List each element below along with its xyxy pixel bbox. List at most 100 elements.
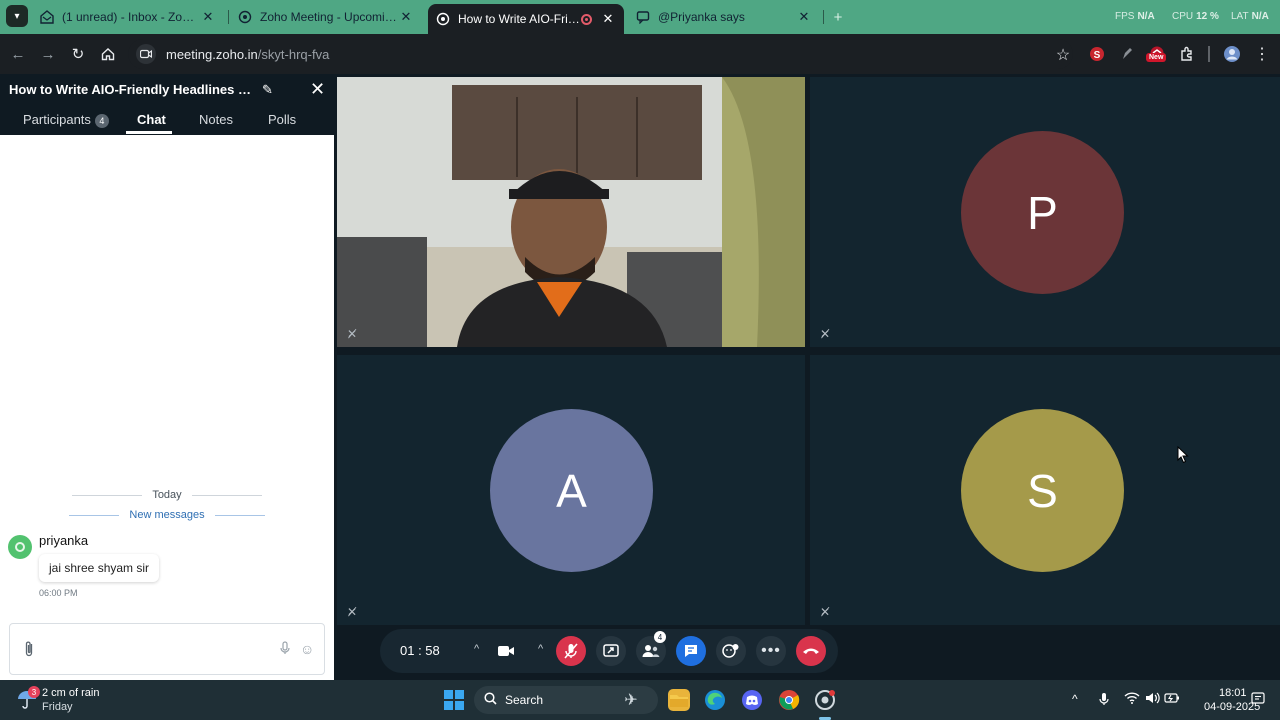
tab-chat[interactable]: Chat (137, 112, 166, 127)
tab-search-button[interactable]: ▾ (6, 5, 28, 27)
extension-s-icon[interactable]: S (1087, 43, 1107, 65)
new-messages-label: New messages (129, 509, 205, 521)
divider-line (214, 514, 265, 516)
bookmark-star-icon[interactable]: ☆ (1053, 45, 1073, 65)
taskbar-time[interactable]: 18:01 (1219, 687, 1247, 699)
file-explorer-icon[interactable] (668, 689, 690, 711)
weather-summary[interactable]: 2 cm of rain (42, 687, 99, 699)
new-messages-divider: New messages (0, 508, 334, 522)
tab-priyanka-says[interactable]: @Priyanka says ✕ (628, 4, 820, 30)
date-divider-label: Today (152, 489, 182, 501)
leave-meeting-button[interactable] (796, 636, 826, 666)
discord-icon[interactable] (741, 689, 763, 711)
message-bubble: jai shree shyam sir (39, 554, 160, 582)
screen-share-button[interactable] (596, 636, 626, 666)
mail-icon (40, 10, 54, 24)
tab-polls[interactable]: Polls (268, 112, 296, 127)
reload-icon[interactable]: ↻ (68, 44, 88, 64)
close-icon[interactable]: ✕ (398, 9, 414, 25)
search-icon (484, 692, 497, 708)
url-field[interactable]: meeting.zoho.in /skyt-hrq-fva ☆ (128, 39, 1073, 69)
microphone-icon[interactable] (1099, 692, 1109, 709)
profile-avatar-icon[interactable] (1222, 43, 1242, 65)
tab-participants[interactable]: Participants 4 (23, 112, 109, 128)
chevron-up-icon[interactable]: ^ (538, 643, 543, 655)
forward-icon[interactable]: → (38, 44, 58, 64)
close-icon[interactable]: ✕ (796, 9, 812, 25)
mic-off-icon: ✕̸ (820, 605, 831, 619)
close-icon[interactable]: ✕ (200, 9, 216, 25)
tab-title: (1 unread) - Inbox - Zoho Mail (62, 10, 200, 24)
chat-compose-box: ☺ (9, 623, 325, 675)
mouse-cursor-icon (1177, 446, 1189, 464)
tab-notes[interactable]: Notes (199, 112, 233, 127)
tab-title: How to Write AIO-Friendly (458, 12, 581, 26)
tab-title: @Priyanka says (658, 10, 745, 24)
chat-message-input[interactable] (50, 634, 270, 664)
participants-count-badge: 4 (654, 631, 666, 643)
video-tile-participant-s[interactable]: S ✕̸ (810, 355, 1280, 625)
more-options-button[interactable]: ••• (756, 636, 786, 666)
browser-menu-icon[interactable]: ⋮ (1252, 43, 1272, 65)
tab-zoho-meeting-upcoming[interactable]: Zoho Meeting - Upcoming Me ✕ (230, 4, 422, 30)
avatar: A (490, 409, 653, 572)
weather-alert-badge: 3 (28, 686, 40, 698)
chrome-profile-app-icon[interactable] (814, 689, 836, 711)
home-icon[interactable] (98, 44, 118, 64)
site-info-icon[interactable] (136, 44, 156, 64)
weather-day[interactable]: Friday (42, 701, 73, 713)
tab-participants-label: Participants (23, 112, 91, 127)
volume-icon[interactable] (1145, 692, 1161, 707)
address-bar: ← → ↻ meeting.zoho.in /skyt-hrq-fva ☆ S … (0, 34, 1280, 74)
notifications-icon[interactable] (1251, 692, 1265, 709)
emoji-icon[interactable]: ☺ (300, 641, 314, 657)
video-grid: ✕̸ P ✕̸ A ✕̸ S ✕̸ (337, 74, 1280, 628)
browser-tab-strip: ▾ (1 unread) - Inbox - Zoho Mail ✕ Zoho … (0, 0, 1280, 34)
extensions-puzzle-icon[interactable] (1177, 43, 1197, 65)
mic-off-icon: ✕̸ (347, 605, 358, 619)
panel-header: How to Write AIO-Friendly Headlines & M.… (0, 74, 334, 135)
toolbar-divider (1208, 46, 1210, 62)
reactions-button[interactable] (716, 636, 746, 666)
windows-start-icon[interactable] (444, 690, 464, 710)
lat-readout: LAT N/A (1231, 11, 1269, 22)
meeting-title: How to Write AIO-Friendly Headlines & M.… (9, 82, 254, 97)
chevron-up-icon[interactable]: ^ (1072, 692, 1078, 706)
camera-toggle-button[interactable] (491, 636, 521, 666)
microphone-icon[interactable] (280, 641, 290, 658)
battery-icon[interactable] (1164, 692, 1180, 707)
new-tab-button[interactable]: + (828, 7, 848, 27)
paperclip-icon[interactable] (24, 640, 34, 663)
divider-line (72, 494, 143, 496)
chat-button[interactable] (676, 636, 706, 666)
video-tile-camera[interactable]: ✕̸ (337, 77, 805, 347)
tab-separator (823, 10, 824, 24)
mic-muted-button[interactable] (556, 636, 586, 666)
video-tile-participant-p[interactable]: P ✕̸ (810, 77, 1280, 347)
avatar: S (961, 409, 1124, 572)
taskbar-search-label: Search (505, 693, 544, 707)
close-icon[interactable]: ✕ (600, 11, 616, 27)
wifi-icon[interactable] (1124, 692, 1140, 707)
close-panel-icon[interactable]: ✕ (310, 79, 325, 100)
chat-side-panel: How to Write AIO-Friendly Headlines & M.… (0, 74, 334, 680)
url-path: /skyt-hrq-fva (257, 46, 330, 62)
zoho-meeting-icon (238, 10, 252, 24)
avatar-initial: S (1027, 464, 1058, 517)
meeting-control-bar: 01 : 58 ^ ^ 4 ••• (380, 629, 838, 673)
video-tile-participant-a[interactable]: A ✕̸ (337, 355, 805, 625)
tab-how-to-write[interactable]: How to Write AIO-Friendly ✕ (428, 4, 624, 34)
camera-feed-image (337, 77, 805, 347)
zoho-meeting-icon (436, 12, 450, 26)
edit-title-icon[interactable]: ✎ (262, 82, 273, 98)
back-icon[interactable]: ← (8, 44, 28, 64)
tab-zoho-mail[interactable]: (1 unread) - Inbox - Zoho Mail ✕ (32, 4, 224, 30)
extension-pen-icon[interactable] (1117, 43, 1137, 65)
edge-browser-icon[interactable] (704, 689, 726, 711)
chrome-icon[interactable] (778, 689, 800, 711)
divider-line (191, 494, 262, 496)
chevron-up-icon[interactable]: ^ (474, 643, 479, 655)
avatar[interactable] (8, 535, 32, 559)
search-highlight-icon: ✈ (624, 692, 638, 709)
windows-taskbar: 3 2 cm of rain Friday Search ✈ ^ 18:01 0… (0, 680, 1280, 720)
